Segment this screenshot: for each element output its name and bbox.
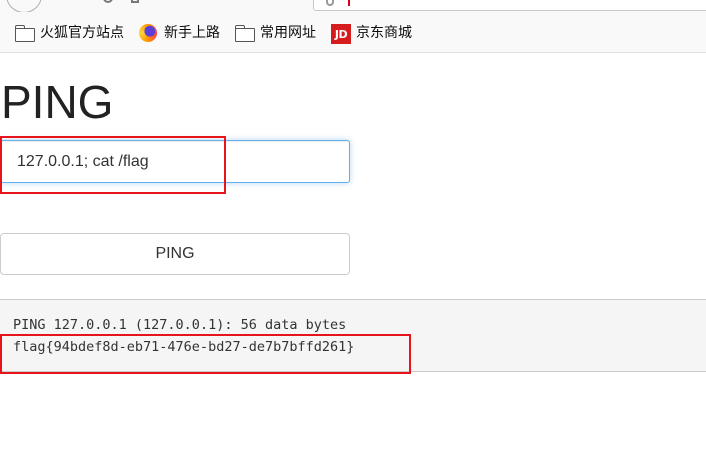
annotation-box-flag [0, 334, 411, 374]
back-button[interactable] [6, 0, 42, 12]
folder-icon [235, 24, 255, 42]
url-cursor [348, 0, 350, 6]
home-icon[interactable] [131, 0, 139, 3]
reload-icon[interactable] [103, 0, 113, 3]
annotation-box-input [0, 136, 226, 194]
url-bar[interactable] [313, 0, 706, 11]
bookmark-label: 火狐官方站点 [40, 25, 124, 41]
jd-icon: JD [331, 24, 351, 44]
bookmark-common-sites[interactable]: 常用网址 [235, 18, 316, 46]
output-line: PING 127.0.0.1 (127.0.0.1): 56 data byte… [13, 317, 347, 333]
page-title: PING [1, 76, 114, 128]
bookmark-label: 京东商城 [356, 25, 412, 41]
ping-button[interactable]: PING [0, 233, 350, 275]
bookmark-firefox-official[interactable]: 火狐官方站点 [15, 18, 124, 46]
folder-icon [15, 24, 35, 42]
bookmark-label: 新手上路 [164, 25, 220, 41]
ping-button-label: PING [155, 245, 195, 262]
firefox-icon [139, 24, 159, 42]
bookmarks-bar: 火狐官方站点 新手上路 常用网址 JD 京东商城 [0, 12, 706, 53]
bookmark-label: 常用网址 [260, 25, 316, 41]
jd-icon-text: JD [331, 24, 351, 44]
bookmark-jd-mall[interactable]: JD 京东商城 [331, 18, 412, 46]
browser-toolbar [0, 0, 706, 12]
bookmark-getting-started[interactable]: 新手上路 [139, 18, 220, 46]
